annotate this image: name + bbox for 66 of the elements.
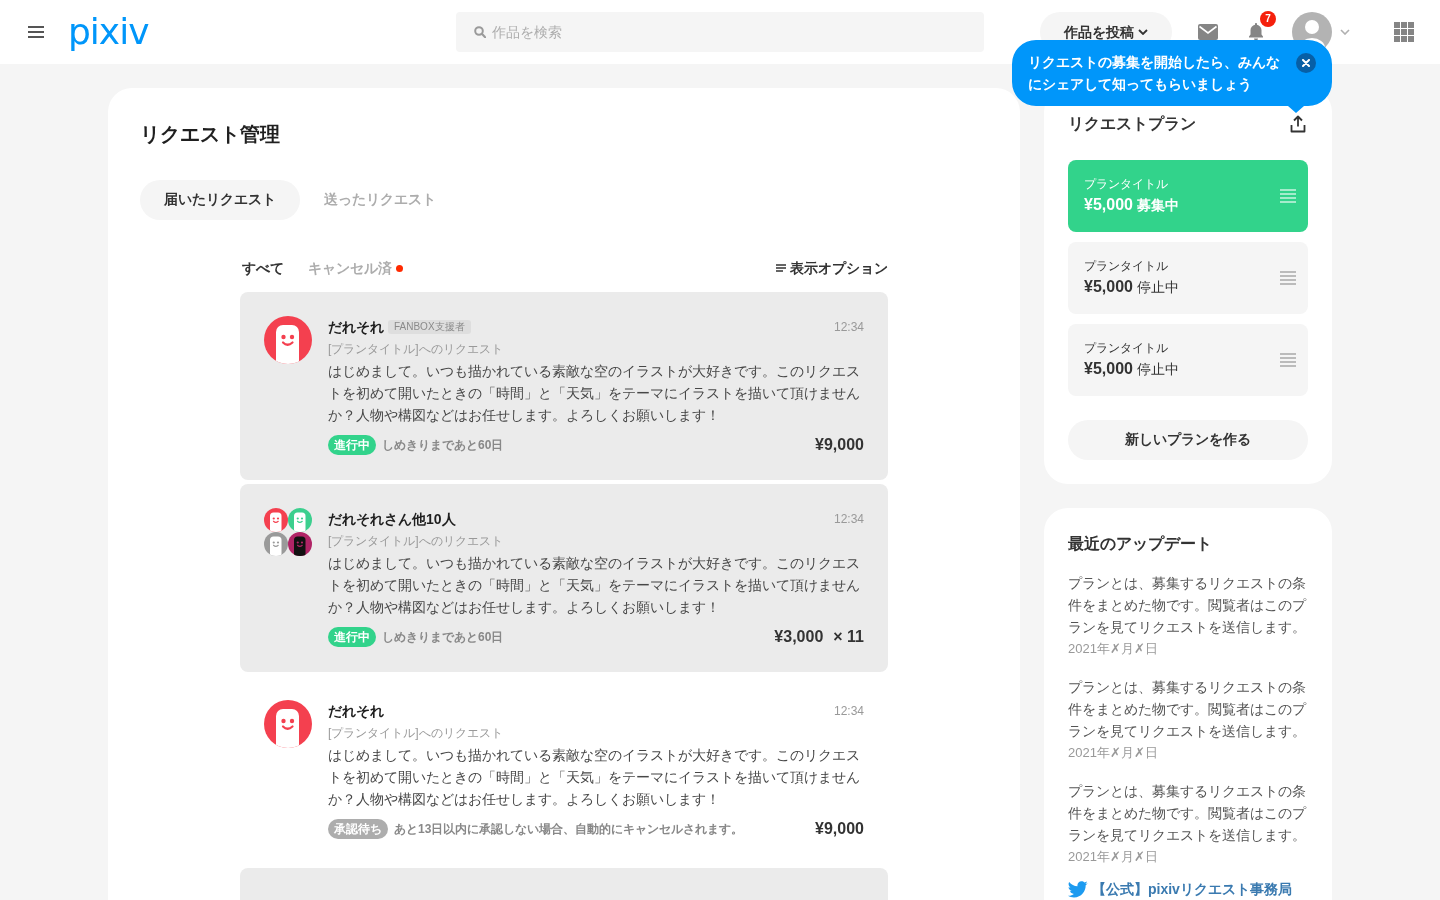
- close-icon: [1302, 59, 1310, 67]
- plan-title: プランタイトル: [1084, 176, 1169, 193]
- plan-title: プランタイトル: [1084, 340, 1169, 357]
- status-tag: 進行中: [328, 435, 376, 455]
- panel-title: リクエストプラン: [1068, 114, 1196, 134]
- deadline-text: しめきりまであと60日: [382, 436, 504, 454]
- plan-status: 停止中: [1136, 278, 1179, 297]
- user-name: だれそれ: [328, 318, 384, 337]
- caret-icon[interactable]: [1340, 29, 1350, 35]
- bell-icon[interactable]: [1248, 23, 1264, 41]
- plan-price: ¥5,000: [1084, 277, 1133, 297]
- request-card[interactable]: だれそれさん他10人 12:34 [プランタイトル]へのリクエスト はじめまして。いつも描かれている素敵な空のイラストが大好きです。このリクエストを初めて開いたときの「時間」と「天気」をテーマにイラストを描いて頂けませんか？人物や構図などはお任せします。よろしくお願いします！ 進行中 しめきりまであと60日 ¥3,000 × 11: [240, 484, 888, 672]
- create-plan-button[interactable]: 新しいプランを作る: [1068, 420, 1308, 460]
- tab[interactable]: 届いたリクエスト: [140, 180, 300, 220]
- plan-price: ¥5,000: [1084, 195, 1133, 215]
- update-date: 2021年✗月✗日: [1068, 848, 1159, 866]
- update-text: プランとは、募集するリクエストの条件をまとめた物です。閲覧者はこのプランを見てリクエストを送信します。: [1068, 678, 1308, 741]
- notification-badge: 7: [1260, 11, 1276, 27]
- price-text: ¥3,000: [774, 628, 824, 646]
- grid-icon[interactable]: [1394, 22, 1414, 42]
- search-icon: [474, 26, 486, 38]
- update-text: プランとは、募集するリクエストの条件をまとめた物です。閲覧者はこのプランを見てリクエストを送信します。: [1068, 782, 1308, 845]
- plan-card[interactable]: プランタイトル ¥5,000 停止中: [1068, 242, 1308, 314]
- bird-icon: [1068, 880, 1088, 898]
- update-date: 2021年✗月✗日: [1068, 744, 1159, 762]
- drag-handle-icon[interactable]: [1280, 353, 1296, 367]
- user-name: だれそれ: [328, 702, 384, 721]
- plan-label: [プランタイトル]へのリクエスト: [328, 341, 504, 358]
- price-text: ¥9,000: [815, 820, 864, 838]
- update-date: 2021年✗月✗日: [1068, 640, 1159, 658]
- request-message: はじめまして。いつも描かれている素敵な空のイラストが大好きです。このリクエストを初めて開いたときの「時間」と「天気」をテーマにイラストを描いて頂けませんか？人物や構図などはお任せします。よろしくお願いします！: [328, 746, 861, 809]
- quantity-text: × 11: [833, 628, 864, 646]
- caret-icon: [1138, 29, 1148, 35]
- tooltip-text: リクエストの募集を開始したら、みんなにシェアして知ってもらいましょう: [1027, 53, 1281, 94]
- list-icon: [776, 264, 786, 272]
- deadline-text: しめきりまであと60日: [382, 628, 504, 646]
- request-message: はじめまして。いつも描かれている素敵な空のイラストが大好きです。このリクエストを初めて開いたときの「時間」と「天気」をテーマにイラストを描いて頂けませんか？人物や構図などはお任せします。よろしくお願いします！: [328, 554, 861, 617]
- deadline-text: あと13日以内に承認しない場合、自動的にキャンセルされます。: [394, 820, 744, 838]
- status-tag: 承認待ち: [328, 819, 388, 839]
- drag-handle-icon[interactable]: [1280, 271, 1296, 285]
- plan-status: 停止中: [1136, 360, 1179, 379]
- time-label: 12:34: [833, 704, 864, 718]
- time-label: 12:34: [833, 320, 864, 334]
- supporter-badge: FANBOX支援者: [388, 320, 471, 334]
- user-name: だれそれさん他10人: [328, 510, 456, 529]
- plan-price: ¥5,000: [1084, 359, 1133, 379]
- official-account-link[interactable]: 【公式】pixivリクエスト事務局: [1092, 880, 1292, 898]
- time-label: 12:34: [833, 512, 864, 526]
- plan-status: 募集中: [1136, 196, 1179, 215]
- request-message: はじめまして。いつも描かれている素敵な空のイラストが大好きです。このリクエストを初めて開いたときの「時間」と「天気」をテーマにイラストを描いて頂けませんか？人物や構図などはお任せします。よろしくお願いします！: [328, 362, 861, 425]
- plan-card[interactable]: プランタイトル ¥5,000 停止中: [1068, 324, 1308, 396]
- share-icon[interactable]: [1288, 114, 1308, 134]
- display-options-button[interactable]: 表示オプション: [776, 258, 888, 278]
- filter-tab[interactable]: すべて: [242, 258, 284, 278]
- menu-icon[interactable]: [28, 26, 44, 38]
- search-field[interactable]: 作品を検索: [456, 12, 984, 52]
- mail-icon[interactable]: [1198, 24, 1218, 40]
- page-title: リクエスト管理: [140, 122, 281, 146]
- status-tag: 進行中: [328, 627, 376, 647]
- plan-title: プランタイトル: [1084, 258, 1169, 275]
- request-card[interactable]: だれそれ FANBOX支援者 12:34 [プランタイトル]へのリクエスト はじめまして。いつも描かれている素敵な空のイラストが大好きです。このリクエストを初めて開いたときの「時間」と「天気」をテーマにイラストを描いて頂けませんか？人物や構図などはお任せします。よろしくお願いします！ 進行中 しめきりまであと60日 ¥9,000: [240, 292, 888, 480]
- panel-title: 最近のアップデート: [1068, 534, 1213, 554]
- price-text: ¥9,000: [815, 436, 864, 454]
- plan-label: [プランタイトル]へのリクエスト: [328, 725, 504, 742]
- update-text: プランとは、募集するリクエストの条件をまとめた物です。閲覧者はこのプランを見てリクエストを送信します。: [1068, 574, 1308, 637]
- plan-label: [プランタイトル]へのリクエスト: [328, 533, 504, 550]
